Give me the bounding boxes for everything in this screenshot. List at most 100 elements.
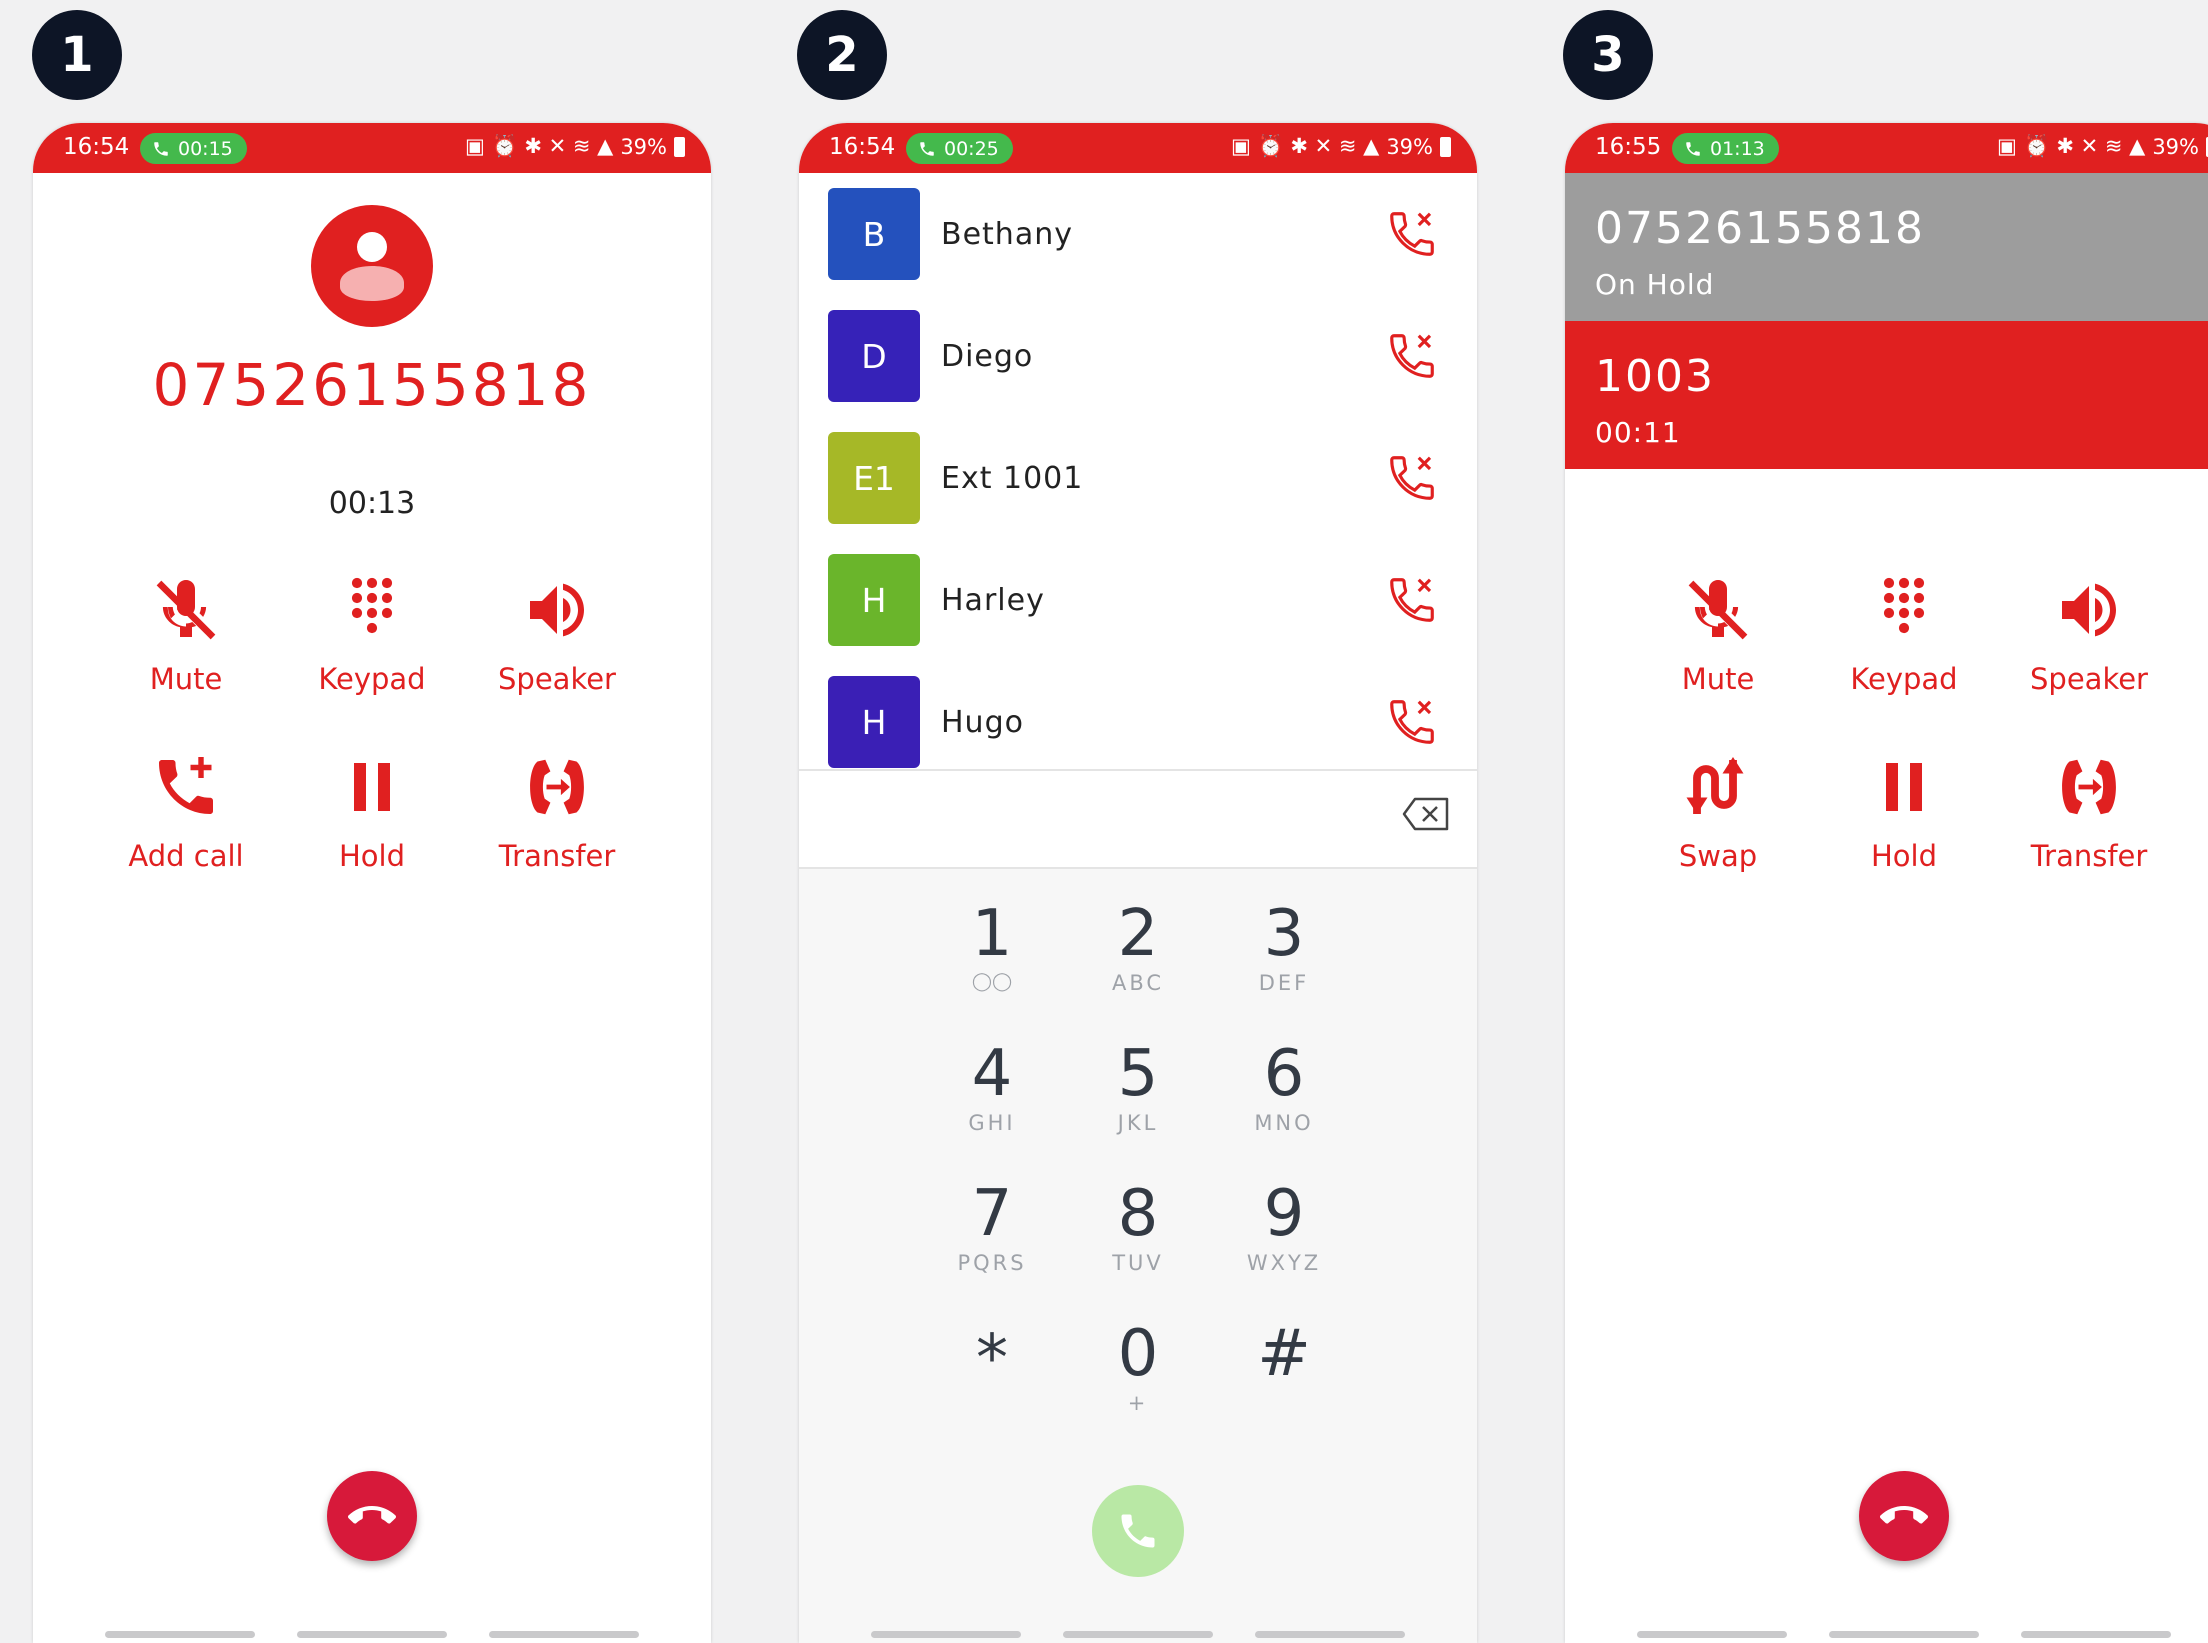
transfer-button[interactable]: Transfer [472,747,642,873]
speaker-button[interactable]: Speaker [472,570,642,696]
keypad-button[interactable]: Keypad [1819,570,1989,696]
add-call-icon [150,751,222,823]
key-9[interactable]: 9 WXYZ [1184,1179,1384,1277]
transfer-button[interactable]: Transfer [2004,747,2174,873]
dial-input[interactable] [799,771,1477,869]
phone-screen-3: 16:55 01:13 ▣ ⏰ ✱ ✕ ≋ ▲ 39% 07526155818 … [1565,123,2208,1643]
signal-icons: ▣ ⏰ ✱ ✕ ≋ ▲ [465,134,614,158]
transfer-label: Transfer [498,839,616,873]
contact-initial-tile: B [828,188,920,280]
key-3[interactable]: 3 DEF [1184,899,1384,997]
add-call-button[interactable]: Add call [101,747,271,873]
contact-name: Harley [941,583,1045,618]
step-badge-2: 2 [797,10,887,100]
key-letters: MNO [1254,1111,1314,1135]
hold-button[interactable]: Hold [287,747,457,873]
nav-bar [799,1631,1477,1639]
call-duration: 00:15 [178,137,233,160]
contact-name: Hugo [941,705,1024,740]
battery-percent: 39% [620,134,667,159]
active-call-timer: 00:11 [1595,416,1681,449]
contact-row[interactable]: H Harley [799,539,1477,663]
mute-button[interactable]: Mute [101,570,271,696]
nav-handle[interactable] [105,1631,255,1638]
nav-bar [1565,1631,2208,1639]
phone-icon [152,140,170,158]
dialpad-icon [1868,574,1940,646]
contact-row[interactable]: E1 Ext 1001 [799,417,1477,541]
status-bar: 16:55 01:13 ▣ ⏰ ✱ ✕ ≋ ▲ 39% [1565,123,2208,173]
swap-label: Swap [1678,839,1758,873]
nav-bar [33,1631,711,1639]
nav-handle[interactable] [1255,1631,1405,1638]
nav-handle[interactable] [1637,1631,1787,1638]
hold-label: Hold [1870,839,1937,873]
nav-handle[interactable] [2021,1631,2171,1638]
transfer-label: Transfer [2030,839,2148,873]
keypad-label: Keypad [318,662,426,696]
status-time: 16:55 [1595,134,1662,160]
keypad-label: Keypad [1850,662,1958,696]
nav-handle[interactable] [297,1631,447,1638]
contact-name: Diego [941,339,1034,374]
contact-initial-tile: H [828,676,920,768]
status-bar: 16:54 00:25 ▣ ⏰ ✱ ✕ ≋ ▲ 39% [799,123,1477,173]
caller-number: 07526155818 [152,351,592,419]
held-call-row[interactable]: 07526155818 On Hold [1565,173,2208,321]
missed-call-icon[interactable] [1385,695,1439,749]
pause-icon [336,751,408,823]
system-icons: ▣ ⏰ ✱ ✕ ≋ ▲ 39% [1231,134,1451,159]
contact-row[interactable]: D Diego [799,295,1477,419]
key-6[interactable]: 6 MNO [1184,1039,1384,1137]
end-call-button[interactable] [1859,1471,1949,1561]
add-call-label: Add call [128,839,244,873]
missed-call-icon[interactable] [1385,451,1439,505]
person-icon [311,205,433,327]
backspace-icon[interactable] [1401,795,1451,833]
missed-call-icon[interactable] [1385,573,1439,627]
call-button[interactable] [1092,1485,1184,1577]
key-letters [1184,1391,1384,1417]
call-duration: 01:13 [1710,137,1765,160]
contact-row[interactable]: H Hugo [799,661,1477,771]
hold-button[interactable]: Hold [1819,747,1989,873]
status-time: 16:54 [829,134,896,160]
key-letters: WXYZ [1246,1251,1322,1275]
swap-button[interactable]: Swap [1633,747,1803,873]
key-digit: # [1257,1317,1311,1391]
active-call-row[interactable]: 1003 00:11 [1565,321,2208,469]
phone-icon [1116,1509,1160,1553]
contact-name: Bethany [941,217,1073,252]
call-duration: 00:25 [944,137,999,160]
contact-initial-tile: E1 [828,432,920,524]
contact-row[interactable]: B Bethany [799,173,1477,297]
speaker-icon [2053,574,2125,646]
key-digit: 3 [1263,897,1305,971]
phone-icon [918,140,936,158]
nav-handle[interactable] [871,1631,1021,1638]
missed-call-icon[interactable] [1385,329,1439,383]
nav-handle[interactable] [1829,1631,1979,1638]
battery-percent: 39% [1386,134,1433,159]
phone-screen-2: 16:54 00:25 ▣ ⏰ ✱ ✕ ≋ ▲ 39% B Bethany D … [799,123,1477,1643]
system-icons: ▣ ⏰ ✱ ✕ ≋ ▲ 39% [465,134,685,159]
keypad-button[interactable]: Keypad [287,570,457,696]
missed-call-icon[interactable] [1385,207,1439,261]
phone-icon [1684,140,1702,158]
speaker-button[interactable]: Speaker [2004,570,2174,696]
transfer-icon [2053,751,2125,823]
mute-button[interactable]: Mute [1633,570,1803,696]
speaker-icon [521,574,593,646]
ongoing-call-pill[interactable]: 01:13 [1672,133,1779,164]
battery-icon [1440,136,1451,157]
pause-icon [1868,751,1940,823]
mic-off-icon [1682,574,1754,646]
nav-handle[interactable] [1063,1631,1213,1638]
ongoing-call-pill[interactable]: 00:15 [140,133,247,164]
status-bar: 16:54 00:15 ▣ ⏰ ✱ ✕ ≋ ▲ 39% [33,123,711,173]
end-call-button[interactable] [327,1471,417,1561]
nav-handle[interactable] [489,1631,639,1638]
key-hash[interactable]: # [1184,1319,1384,1417]
ongoing-call-pill[interactable]: 00:25 [906,133,1013,164]
contact-initial-tile: H [828,554,920,646]
